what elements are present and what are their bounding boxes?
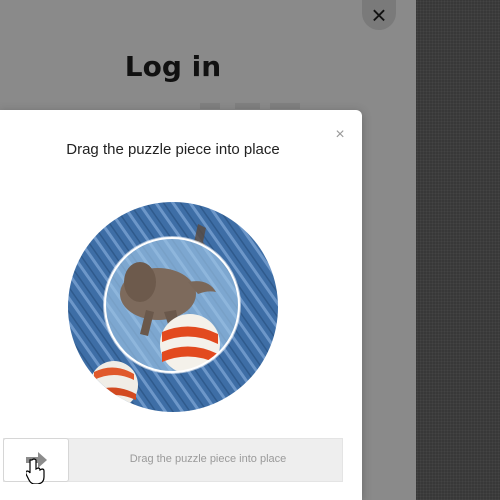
- login-subtitle-ghost: [200, 103, 300, 109]
- captcha-close-button[interactable]: ×: [333, 127, 347, 143]
- login-title: Log in: [124, 50, 222, 83]
- puzzle-image: [68, 202, 278, 412]
- page-background-strip: [416, 0, 500, 500]
- captcha-title: Drag the puzzle piece into place: [66, 141, 280, 158]
- hand-cursor-icon: [26, 458, 45, 484]
- close-icon: ×: [371, 0, 387, 30]
- slider-instruction: Drag the puzzle piece into place: [129, 453, 287, 465]
